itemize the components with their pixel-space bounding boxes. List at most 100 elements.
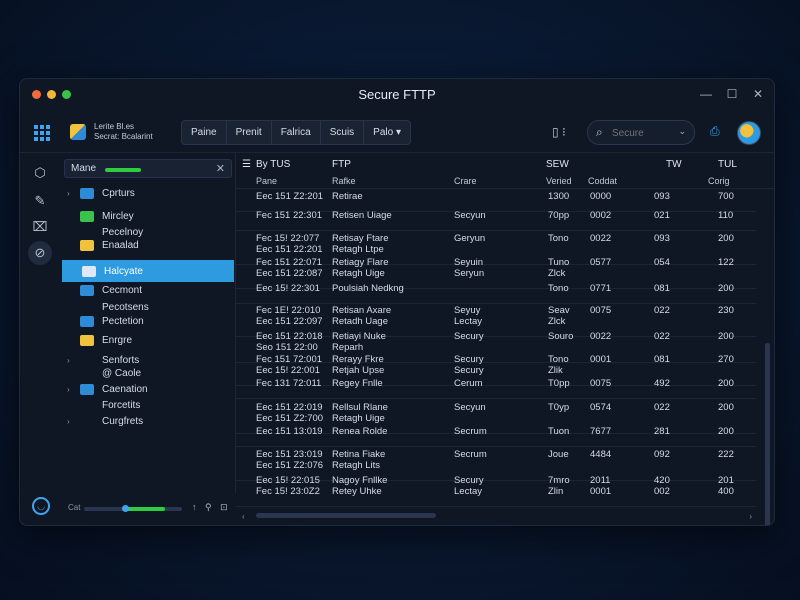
table-cell-a: Fec 151 22:071 Eec 151 22:087 (256, 257, 323, 279)
header-sew[interactable]: SEW (546, 159, 569, 170)
vertical-scrollbar[interactable] (765, 343, 770, 525)
table-cell-b: Rerayy Fkre Retjah Upse (332, 354, 385, 376)
table-cell-e: 0771 (590, 283, 612, 294)
search-box[interactable]: ⌕ ⌄ (587, 120, 695, 145)
table-cell-c: Secrum (454, 426, 487, 437)
table-row[interactable]: Eec 15! 22:301 Poulsiah Nedkng Tono 0771 081… (236, 283, 756, 304)
table-cell-b: Regey Fnlle (332, 378, 383, 389)
table-cell-b: Retiagy Flare Retagh Uige (332, 257, 389, 279)
folder-icon (80, 211, 94, 222)
maximize-icon[interactable]: ☐ (726, 87, 738, 101)
header-ftp[interactable]: FTP (332, 159, 351, 170)
status-bar: Cat ↑ ⚲ ⊡ (60, 493, 236, 525)
tree-node[interactable]: Halcyate (62, 260, 234, 282)
table-cell-g: 200 (718, 378, 734, 389)
subheader-veried[interactable]: Veried (546, 176, 572, 186)
table-cell-e: 0075 (590, 378, 612, 389)
table-cell-d: 1300 (548, 191, 570, 202)
table-cell-c: Secury Lectay (454, 475, 484, 497)
table-cell-b: Retina Fiake Retagh Lits (332, 449, 386, 471)
clear-filter-icon[interactable]: ✕ (216, 162, 225, 175)
search-input[interactable] (612, 125, 674, 141)
edit-icon[interactable]: ✎ (28, 189, 52, 213)
table-cell-d: 70pp (548, 210, 570, 221)
tree-node-label: Enaalad (102, 240, 139, 251)
table-row[interactable]: Fec 131 72:011 Regey Fnlle Cerum T0pp 0075 49… (236, 378, 756, 399)
tree-node-label: Forcetits (102, 400, 141, 411)
tree-node-label: @ Caole (102, 368, 142, 379)
toolbar-scuis-button[interactable]: Scuis (321, 121, 365, 144)
status-icons[interactable]: ↑ ⚲ ⊡ (192, 502, 231, 513)
subheader-corig[interactable]: Corig (708, 176, 730, 186)
table-row[interactable]: Eec 15! 22:015 Fec 15! 23:0Z2 Nagoy Fnllk… (236, 475, 756, 507)
toolbar-palo-dropdown[interactable]: Palo ▾ (364, 121, 410, 144)
table-cell-d: Tuon (548, 426, 570, 437)
subheader-pane[interactable]: Pane (256, 176, 277, 186)
folder-icon (80, 384, 94, 395)
expand-arrow-icon[interactable]: › (67, 354, 70, 367)
document-menu-icon[interactable]: ▯ ⁝ (552, 125, 566, 139)
table-cell-e: 2011 0001 (590, 475, 612, 497)
subheader-rafke[interactable]: Rafke (332, 176, 356, 186)
expand-arrow-icon[interactable]: › (67, 415, 70, 428)
table-cell-f: 022 (654, 402, 670, 413)
scroll-left-icon[interactable]: ‹ (242, 512, 245, 521)
table-cell-d: Tono (548, 233, 569, 244)
folder-icon (80, 335, 94, 346)
tree-filter[interactable]: Mane ✕ (64, 159, 232, 178)
table-cell-b: Retisay Ftare Retagh Ltpe (332, 233, 389, 255)
header-by-tus[interactable]: By TUS (256, 159, 290, 170)
table-cell-a: Eec 151 22:019 Eec 151 Z2:700 (256, 402, 324, 424)
table-row[interactable]: Fec 151 22:301 Retisen Uiage Secyun 70pp 000… (236, 210, 756, 231)
table-cell-b: Nagoy Fnllke Retey Uhke (332, 475, 388, 497)
table-cell-e: 0001 (590, 354, 612, 365)
minimize-icon[interactable]: — (700, 87, 712, 101)
folder-icon (82, 266, 96, 277)
table-cell-f: 093 (654, 191, 670, 202)
subheader-coddat[interactable]: Coddat (588, 176, 617, 186)
table-cell-d: T0yp (548, 402, 570, 413)
table-cell-a: Fec 131 72:011 (256, 378, 322, 389)
chevron-down-icon[interactable]: ⌄ (678, 126, 686, 137)
table-cell-g: 700 (718, 191, 734, 202)
file-table: ☰ By TUS FTP SEW TW TUL Pane Rafke Crare… (236, 153, 774, 525)
brand-line-1: Lerite Bl.es (94, 122, 135, 131)
scroll-right-icon[interactable]: › (749, 512, 752, 521)
table-cell-a: Eec 151 23:019 Eec 151 Z2:076 (256, 449, 324, 471)
horizontal-scrollbar[interactable] (256, 513, 436, 518)
table-cell-b: Renea Rolde (332, 426, 388, 437)
window-controls: — ☐ ✕ (700, 87, 764, 101)
folder-icon (80, 240, 94, 251)
table-cell-e: 7677 (590, 426, 612, 437)
subheader-crare[interactable]: Crare (454, 176, 477, 186)
avatar[interactable] (737, 121, 761, 145)
table-cell-g: 200 (718, 402, 734, 413)
globe-icon[interactable]: ⊘ (28, 241, 52, 265)
title-bar: Secure FTTP — ☐ ✕ (20, 79, 774, 111)
table-row[interactable]: Eec 151 13:019 Renea Rolde Secrum Tuon 7677 2… (236, 426, 756, 447)
header-tul[interactable]: TUL (718, 159, 737, 170)
expand-arrow-icon[interactable]: › (67, 187, 70, 200)
close-icon[interactable]: ✕ (752, 87, 764, 101)
table-cell-e: 0577 (590, 257, 612, 268)
table-row[interactable]: Eec 151 Z2:201 Retirae 1300 0000 093 700 (236, 191, 756, 212)
expand-arrow-icon[interactable]: › (67, 383, 70, 396)
table-cell-e: 0574 (590, 402, 612, 413)
home-icon[interactable]: ⬡ (28, 161, 52, 185)
table-cell-e: 0022 (590, 331, 612, 342)
tree-node-label: Senforts (102, 355, 140, 366)
table-cell-f: 081 (654, 354, 670, 365)
toolbar-print-button[interactable]: Prenit (227, 121, 272, 144)
clipboard-icon[interactable]: ⎙ (710, 124, 720, 139)
transfer-progress-fill (125, 507, 166, 511)
inbox-icon[interactable]: ⌧ (28, 215, 52, 239)
apps-grid-icon[interactable] (34, 125, 50, 141)
table-cell-c: Geryun (454, 233, 486, 244)
header-tw[interactable]: TW (666, 159, 682, 170)
table-cell-b: Rellsul Rlane Retagh Uige (332, 402, 388, 424)
help-icon[interactable]: ◡ (32, 497, 50, 515)
toolbar-fabric-button[interactable]: Falrica (272, 121, 321, 144)
toolbar-primary-button[interactable]: Paine (182, 121, 227, 144)
brand-logo-icon (70, 124, 86, 140)
header-list-icon[interactable]: ☰ (242, 159, 251, 170)
